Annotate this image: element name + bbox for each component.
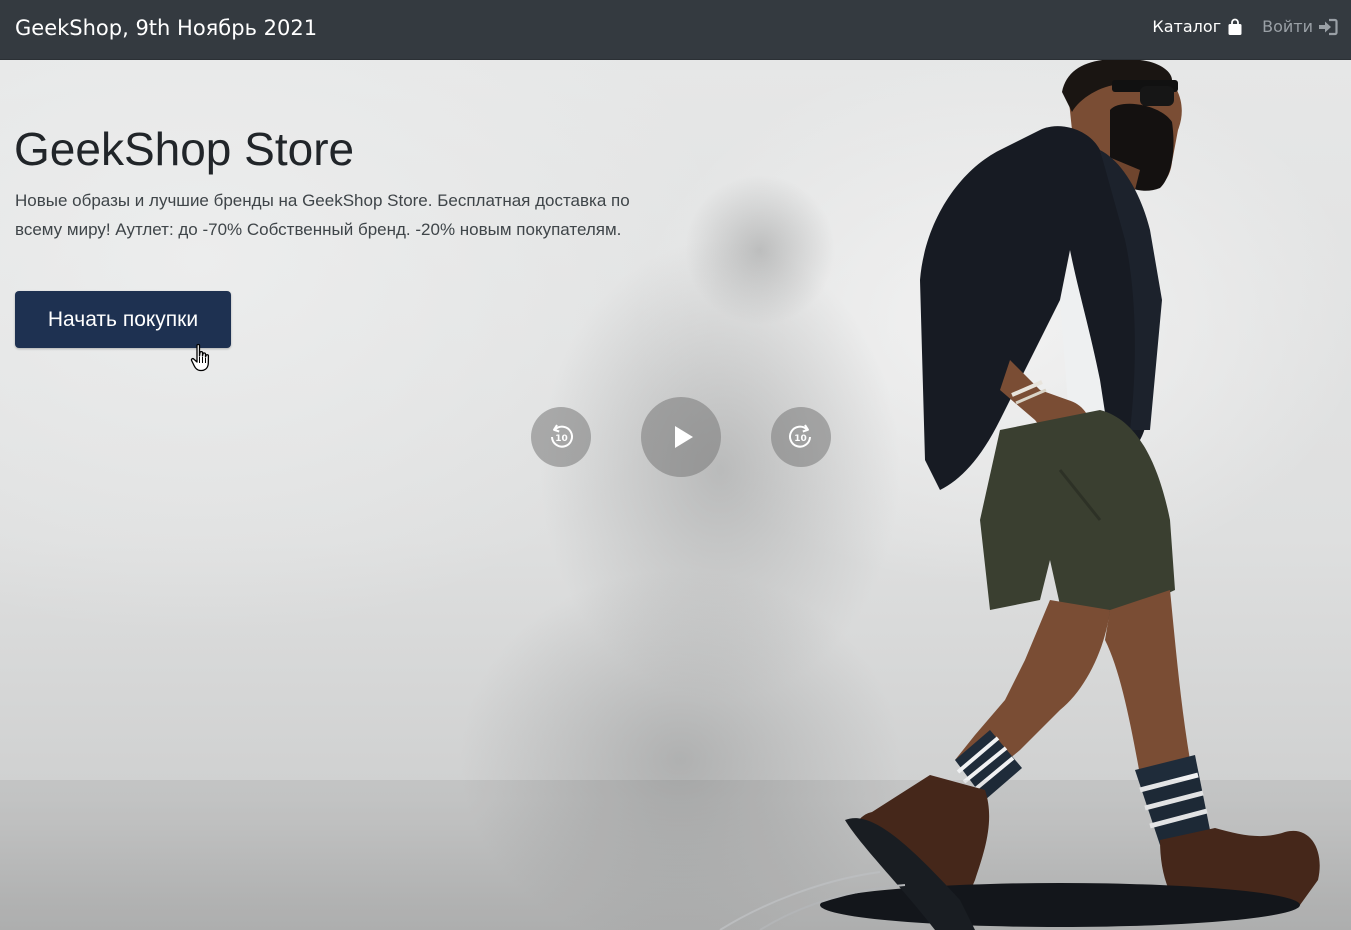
brand-title[interactable]: GeekShop, 9th Ноябрь 2021 xyxy=(15,14,317,42)
rewind-seconds-label: 10 xyxy=(555,434,568,444)
page: GeekShop, 9th Ноябрь 2021 Каталог Войти xyxy=(0,0,1351,930)
nav-link-catalog[interactable]: Каталог xyxy=(1152,16,1244,38)
rewind-10-button[interactable]: 10 xyxy=(531,407,591,467)
play-icon xyxy=(675,426,693,448)
forward-10-button[interactable]: 10 xyxy=(771,407,831,467)
play-button[interactable] xyxy=(641,397,721,477)
hand-pointer-cursor-icon xyxy=(190,343,210,372)
start-shopping-button[interactable]: Начать покупки xyxy=(15,291,231,348)
forward-seconds-label: 10 xyxy=(794,434,807,444)
sign-in-icon xyxy=(1319,18,1338,36)
navbar-links: Каталог Войти xyxy=(1152,16,1338,38)
nav-link-login-label: Войти xyxy=(1262,17,1313,36)
shopping-bag-icon xyxy=(1228,18,1242,35)
rewind-10-icon: 10 xyxy=(551,424,573,448)
top-navbar: GeekShop, 9th Ноябрь 2021 Каталог Войти xyxy=(0,0,1351,60)
forward-10-icon: 10 xyxy=(789,424,811,448)
hero-description: Новые образы и лучшие бренды на GeekShop… xyxy=(15,191,630,239)
hero-title: GeekShop Store xyxy=(14,123,355,175)
nav-link-catalog-label: Каталог xyxy=(1152,17,1222,36)
nav-link-login[interactable]: Войти xyxy=(1262,16,1338,38)
